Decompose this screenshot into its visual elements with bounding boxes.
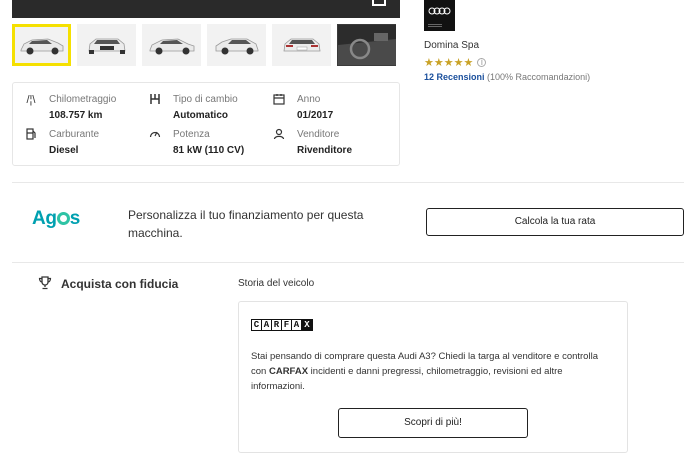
dealer-reviews: 12 Recensioni (100% Raccomandazioni): [424, 72, 590, 82]
thumbnail-side[interactable]: [142, 24, 201, 66]
agos-logo-left: Ag: [32, 208, 57, 229]
spec-label: Potenza: [173, 129, 210, 140]
spec-label: Carburante: [49, 129, 100, 140]
spec-label: Chilometraggio: [49, 94, 117, 105]
road-icon: /¦\: [26, 94, 36, 106]
thumbnail-front[interactable]: [77, 24, 136, 66]
spec-value: Rivenditore: [297, 145, 353, 156]
spec-fuel: Carburante Diesel: [24, 128, 99, 158]
section-divider: [12, 262, 684, 263]
spec-value: 01/2017: [297, 110, 334, 121]
spec-label: Tipo di cambio: [173, 94, 238, 105]
learn-more-button[interactable]: Scopri di più!: [338, 408, 528, 438]
carfax-letter: C: [252, 320, 262, 330]
spec-value: Automatico: [173, 110, 228, 121]
specs-card: /¦\ Chilometraggio 108.757 km Tipo di ca…: [12, 82, 400, 166]
rating-stars: ★★★★★: [424, 57, 474, 69]
history-text-brand: CARFAX: [268, 366, 309, 377]
person-icon: [272, 128, 286, 142]
section-divider: [12, 182, 684, 183]
agos-logo-o-icon: [56, 212, 70, 225]
dealer-rating: ★★★★★ i: [424, 56, 487, 69]
history-title: Storia del veicolo: [238, 278, 315, 289]
fuel-icon: [24, 128, 38, 142]
spec-year: Anno 01/2017: [272, 93, 333, 123]
speedometer-icon: [148, 128, 162, 142]
trophy-icon: [38, 276, 52, 290]
finance-text: Personalizza il tuo finanziamento per qu…: [128, 208, 364, 240]
thumbnail-rear-3q[interactable]: [207, 24, 266, 66]
thumbnail-front-3q[interactable]: [12, 24, 71, 66]
carfax-letter: X: [302, 320, 312, 330]
thumbnail-rear[interactable]: [272, 24, 331, 66]
carfax-letter: F: [282, 320, 292, 330]
spec-value: Diesel: [49, 145, 79, 156]
reviews-link[interactable]: 12 Recensioni: [424, 72, 485, 82]
agos-logo: Ag s: [32, 208, 80, 230]
carfax-letter: A: [292, 320, 302, 330]
spec-seller: Venditore Rivenditore: [272, 128, 352, 158]
spec-label: Venditore: [297, 129, 340, 140]
history-description: Stai pensando di comprare questa Audi A3…: [251, 349, 611, 394]
dealer-logo[interactable]: [424, 0, 455, 31]
dealer-name[interactable]: Domina Spa: [424, 40, 479, 51]
spec-value: 108.757 km: [49, 110, 103, 121]
spec-power: Potenza 81 kW (110 CV): [148, 128, 244, 158]
spec-value: 81 kW (110 CV): [173, 145, 245, 156]
fullscreen-icon[interactable]: [372, 0, 386, 6]
thumbnail-interior[interactable]: [337, 24, 396, 66]
calculate-rate-button[interactable]: Calcola la tua rata: [426, 208, 684, 236]
gearshift-icon: [148, 93, 162, 107]
trust-title: Acquista con fiducia: [61, 277, 179, 291]
vehicle-history-card: C A R F A X Stai pensando di comprare qu…: [238, 301, 628, 453]
agos-logo-right: s: [69, 208, 81, 229]
carfax-logo: C A R F A X: [251, 319, 313, 331]
spec-gearbox: Tipo di cambio Automatico: [148, 93, 238, 123]
main-photo[interactable]: [12, 0, 400, 18]
calendar-icon: [272, 93, 286, 107]
thumbnail-strip: [12, 24, 400, 66]
audi-rings-icon: [428, 7, 451, 15]
spec-mileage: /¦\ Chilometraggio 108.757 km: [24, 93, 117, 123]
logo-caption-lines: [428, 24, 442, 27]
carfax-letter: R: [272, 320, 282, 330]
info-icon[interactable]: i: [477, 58, 487, 67]
spec-label: Anno: [297, 94, 321, 105]
reviews-suffix: (100% Raccomandazioni): [484, 72, 591, 82]
carfax-letter: A: [262, 320, 272, 330]
